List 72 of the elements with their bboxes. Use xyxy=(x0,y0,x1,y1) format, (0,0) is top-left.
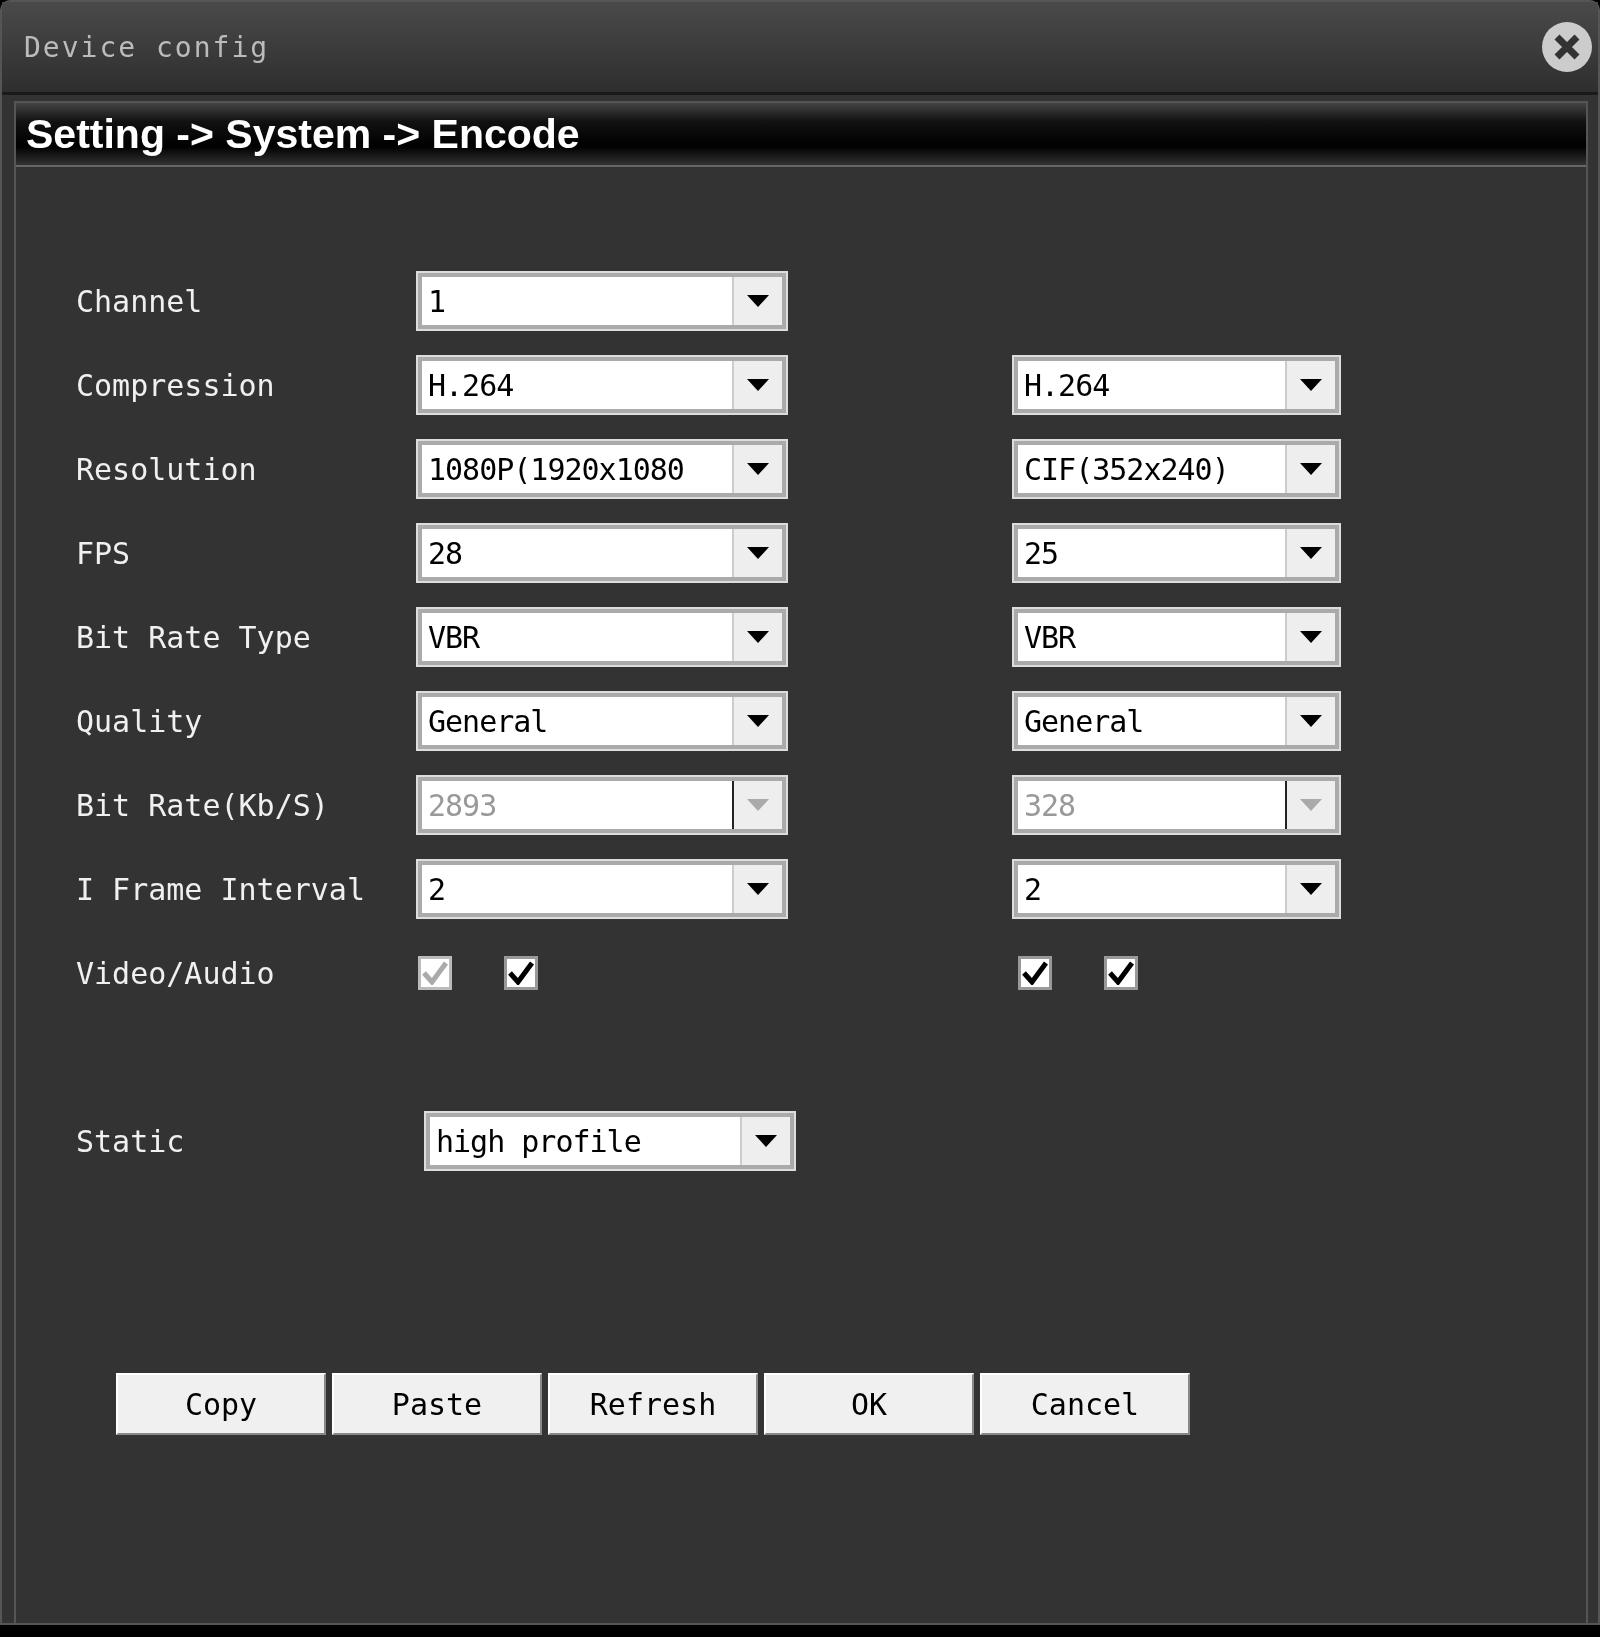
caret-icon xyxy=(1300,883,1322,895)
dialog-button[interactable]: Refresh xyxy=(548,1373,758,1435)
checkbox[interactable] xyxy=(504,956,538,990)
dropdown[interactable]: CIF(352x240) xyxy=(1014,441,1339,497)
dropdown[interactable]: high profile xyxy=(426,1113,794,1169)
field-label: I Frame Interval xyxy=(76,871,366,907)
field-label: Compression xyxy=(76,367,276,403)
dropdown-value: 328 xyxy=(1023,787,1077,823)
dropdown[interactable]: 28 xyxy=(418,525,786,581)
caret-icon xyxy=(747,883,769,895)
check-icon xyxy=(1108,961,1134,985)
field-label: Channel xyxy=(76,283,204,319)
caret-icon xyxy=(747,631,769,643)
dropdown-value: 1080P(1920x1080 xyxy=(427,451,685,487)
dropdown-value: VBR xyxy=(1023,619,1077,655)
dialog-button[interactable]: Cancel xyxy=(980,1373,1190,1435)
caret-icon xyxy=(755,1135,777,1147)
field-label: Static xyxy=(76,1123,186,1159)
caret-icon xyxy=(1300,379,1322,391)
caret-icon xyxy=(1300,631,1322,643)
dropdown[interactable]: General xyxy=(1014,693,1339,749)
check-icon xyxy=(422,961,448,985)
dropdown[interactable]: VBR xyxy=(418,609,786,665)
field-label: Bit Rate Type xyxy=(76,619,312,655)
dropdown-value: CIF(352x240) xyxy=(1023,451,1230,487)
dropdown-value: high profile xyxy=(435,1123,642,1159)
dropdown[interactable]: 1080P(1920x1080 xyxy=(418,441,786,497)
caret-icon xyxy=(1300,463,1322,475)
caret-icon xyxy=(1300,799,1322,811)
checkbox[interactable] xyxy=(1104,956,1138,990)
dropdown-value: General xyxy=(1023,703,1145,739)
check-icon xyxy=(1022,961,1048,985)
dropdown-value: 2893 xyxy=(427,787,498,823)
caret-icon xyxy=(1300,715,1322,727)
dropdown-value: 28 xyxy=(427,535,464,571)
caret-icon xyxy=(747,799,769,811)
field-label: Resolution xyxy=(76,451,258,487)
field-label: Bit Rate(Kb/S) xyxy=(76,787,330,823)
breadcrumb: Setting -> System -> Encode xyxy=(16,103,1586,167)
dialog-button[interactable]: OK xyxy=(764,1373,974,1435)
field-label: FPS xyxy=(76,535,132,571)
dropdown[interactable]: VBR xyxy=(1014,609,1339,665)
dropdown-value: 1 xyxy=(427,283,447,319)
checkbox[interactable] xyxy=(1018,956,1052,990)
caret-icon xyxy=(747,295,769,307)
caret-icon xyxy=(747,463,769,475)
dropdown[interactable]: 1 xyxy=(418,273,786,329)
field-label: Quality xyxy=(76,703,204,739)
dropdown[interactable]: H.264 xyxy=(418,357,786,413)
dropdown-value: H.264 xyxy=(1023,367,1111,403)
caret-icon xyxy=(747,547,769,559)
dropdown-value: 2 xyxy=(427,871,447,907)
close-button[interactable] xyxy=(1542,22,1592,72)
field-label: Video/Audio xyxy=(76,955,276,991)
dialog-button[interactable]: Copy xyxy=(116,1373,326,1435)
dropdown-value: 25 xyxy=(1023,535,1060,571)
dropdown[interactable]: 2 xyxy=(418,861,786,917)
window-title: Device config xyxy=(24,30,270,64)
caret-icon xyxy=(747,379,769,391)
dropdown-value: H.264 xyxy=(427,367,515,403)
dropdown[interactable]: 2 xyxy=(1014,861,1339,917)
dialog-button[interactable]: Paste xyxy=(332,1373,542,1435)
dropdown[interactable]: H.264 xyxy=(1014,357,1339,413)
dropdown[interactable]: 25 xyxy=(1014,525,1339,581)
caret-icon xyxy=(1300,547,1322,559)
dropdown[interactable]: General xyxy=(418,693,786,749)
dropdown-value: VBR xyxy=(427,619,481,655)
close-icon xyxy=(1552,32,1582,62)
caret-icon xyxy=(747,715,769,727)
dropdown-value: General xyxy=(427,703,549,739)
dropdown-value: 2 xyxy=(1023,871,1043,907)
check-icon xyxy=(508,961,534,985)
